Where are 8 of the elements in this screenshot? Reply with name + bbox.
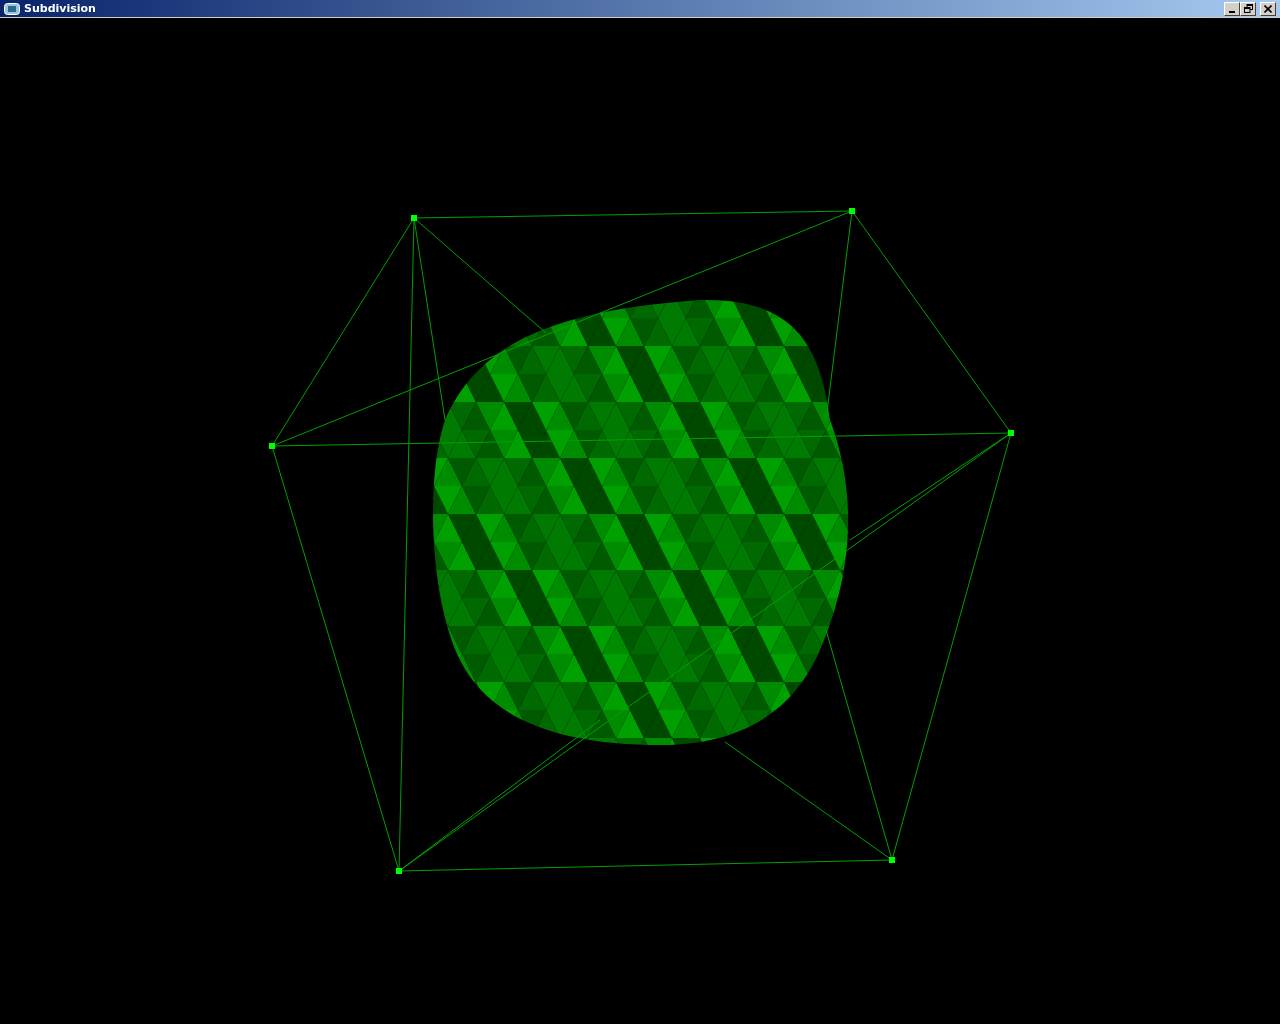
restore-icon	[1243, 4, 1253, 13]
close-button[interactable]	[1260, 1, 1276, 16]
restore-button[interactable]	[1240, 1, 1256, 16]
window-title: Subdivision	[24, 3, 96, 14]
minimize-icon	[1229, 10, 1235, 13]
close-icon	[1264, 4, 1272, 13]
minimize-button[interactable]	[1224, 1, 1240, 16]
app-icon	[4, 2, 20, 15]
